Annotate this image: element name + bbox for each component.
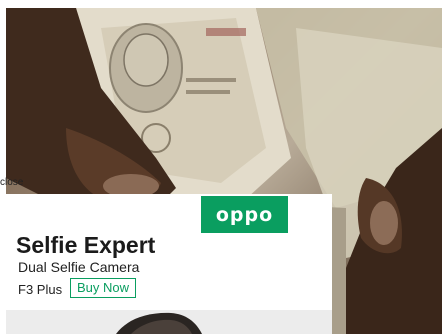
ad-model-image	[6, 310, 332, 334]
ad-subheadline: Dual Selfie Camera	[18, 259, 140, 275]
close-ad-link[interactable]: close	[0, 177, 23, 189]
advertisement-banner[interactable]: oppo Selfie Expert Dual Selfie Camera F3…	[6, 194, 332, 334]
buy-now-button[interactable]: Buy Now	[70, 278, 137, 298]
ad-headline: Selfie Expert	[16, 232, 156, 258]
oppo-logo: oppo	[201, 196, 288, 233]
ad-model-name: F3 Plus	[18, 282, 63, 297]
model-hair-image	[6, 310, 332, 334]
